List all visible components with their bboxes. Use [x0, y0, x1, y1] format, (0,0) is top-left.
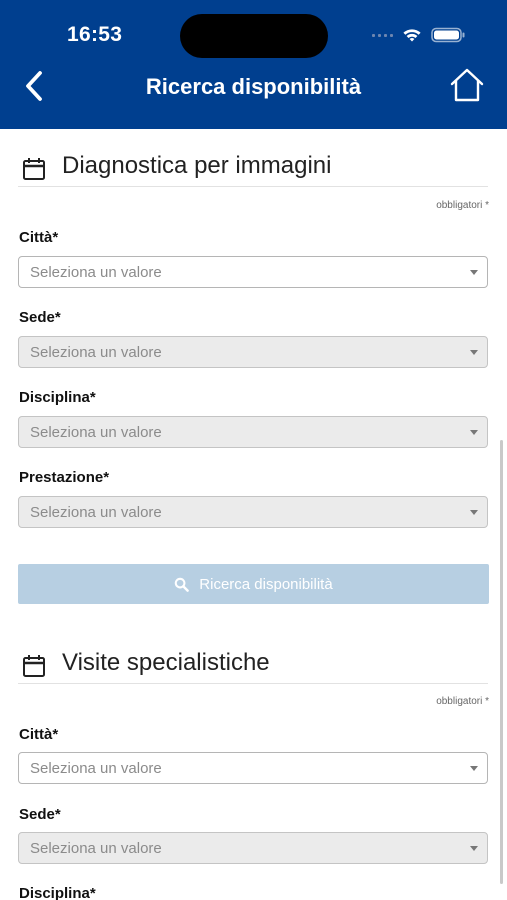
- page-title: Ricerca disponibilità: [145, 74, 362, 99]
- city-select[interactable]: Seleziona un valore: [18, 752, 488, 784]
- dropdown-caret-icon: [470, 766, 478, 771]
- section-title: Diagnostica per immagini: [62, 152, 332, 179]
- select-value: Seleziona un valore: [30, 344, 162, 361]
- calendar-icon: [23, 655, 45, 677]
- required-note: obbligatori *: [436, 696, 489, 707]
- select-value: Seleziona un valore: [30, 840, 162, 857]
- app-header: 16:53 Ricerca disponibilità: [0, 0, 507, 129]
- required-note: obbligatori *: [436, 200, 489, 211]
- home-icon[interactable]: [449, 67, 485, 103]
- dropdown-caret-icon: [470, 350, 478, 355]
- location-label: Sede*: [19, 806, 61, 823]
- wifi-icon: [403, 29, 421, 42]
- search-availability-button[interactable]: Ricerca disponibilità: [18, 564, 489, 604]
- section-header-diagnostica: Diagnostica per immagini: [18, 140, 488, 187]
- service-select[interactable]: Seleziona un valore: [18, 496, 488, 528]
- status-time: 16:53: [67, 23, 123, 46]
- city-label: Città*: [19, 726, 59, 743]
- service-label: Prestazione*: [19, 469, 110, 486]
- search-icon: [175, 577, 190, 592]
- cellular-signal-icon: [372, 33, 393, 37]
- dropdown-caret-icon: [470, 510, 478, 515]
- select-value: Seleziona un valore: [30, 504, 162, 521]
- search-button-label: Ricerca disponibilità: [199, 575, 333, 593]
- form-content[interactable]: Diagnostica per immagini obbligatori * C…: [0, 129, 507, 900]
- scrollbar[interactable]: [500, 440, 503, 884]
- discipline-label: Disciplina*: [19, 389, 96, 406]
- section-title: Visite specialistiche: [62, 649, 270, 676]
- select-value: Seleziona un valore: [30, 760, 162, 777]
- dynamic-island: [180, 14, 328, 58]
- battery-icon: [431, 27, 465, 43]
- dropdown-caret-icon: [470, 846, 478, 851]
- city-select[interactable]: Seleziona un valore: [18, 256, 488, 288]
- status-icons: [372, 23, 467, 47]
- select-value: Seleziona un valore: [30, 424, 162, 441]
- city-label: Città*: [19, 229, 59, 246]
- select-value: Seleziona un valore: [30, 264, 162, 281]
- dropdown-caret-icon: [470, 430, 478, 435]
- section-header-visite: Visite specialistiche: [18, 637, 488, 684]
- location-label: Sede*: [19, 309, 61, 326]
- dropdown-caret-icon: [470, 270, 478, 275]
- location-select[interactable]: Seleziona un valore: [18, 832, 488, 864]
- location-select[interactable]: Seleziona un valore: [18, 336, 488, 368]
- discipline-label: Disciplina*: [19, 885, 96, 900]
- discipline-select[interactable]: Seleziona un valore: [18, 416, 488, 448]
- calendar-icon: [23, 158, 45, 180]
